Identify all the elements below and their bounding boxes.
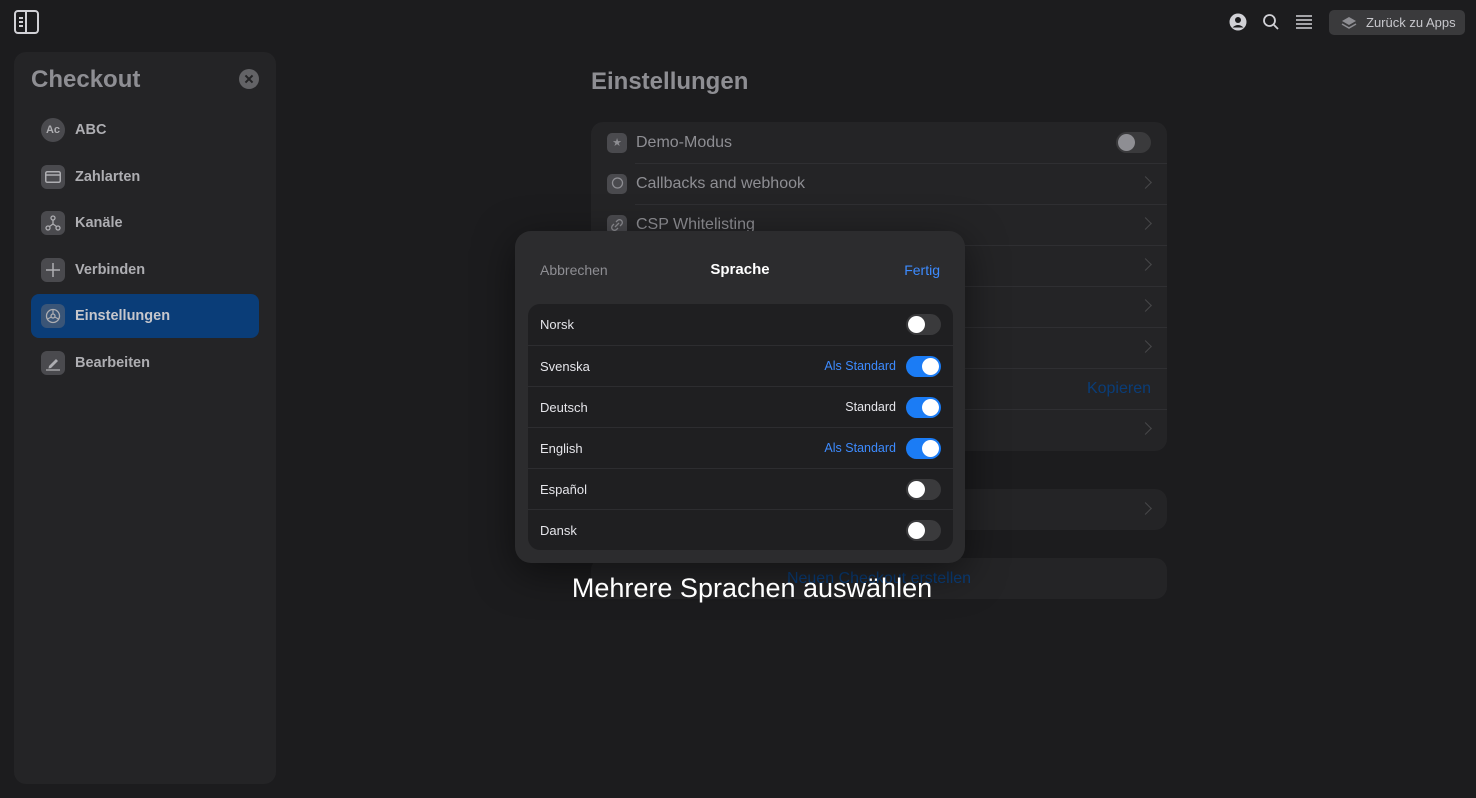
sidebar-item-einstellungen[interactable]: Einstellungen xyxy=(31,294,259,338)
menu-icon[interactable] xyxy=(1294,12,1314,32)
chevron-right-icon xyxy=(1139,258,1152,271)
language-toggle[interactable] xyxy=(906,520,941,541)
credit-card-icon xyxy=(41,164,65,189)
back-to-apps-label: Zurück zu Apps xyxy=(1366,15,1456,30)
chevron-right-icon xyxy=(1139,176,1152,189)
caption-text: Mehrere Sprachen auswählen xyxy=(571,573,933,603)
page-title: Einstellungen xyxy=(591,68,749,95)
language-toggle[interactable] xyxy=(906,438,941,459)
sidebar-title: Checkout xyxy=(31,66,141,93)
sidebar-item-bearbeiten[interactable]: Bearbeiten xyxy=(31,341,259,385)
sidebar-toggle-icon[interactable] xyxy=(14,10,39,34)
settings-row-demo-mode[interactable]: ★ Demo-Modus xyxy=(591,122,1167,163)
account-icon[interactable] xyxy=(1228,12,1248,32)
settings-row-label: Demo-Modus xyxy=(636,133,733,151)
language-name: Svenska xyxy=(540,358,590,374)
language-name: Dansk xyxy=(540,522,577,538)
set-default-link[interactable]: Als Standard xyxy=(824,359,896,373)
settings-icon xyxy=(41,304,65,328)
language-modal: Sprache Abbrechen Fertig Norsk Svenska A… xyxy=(515,231,965,563)
chevron-right-icon xyxy=(1139,299,1152,312)
chevron-right-icon xyxy=(1139,340,1152,353)
sidebar-item-label: Verbinden xyxy=(75,261,146,278)
language-toggle[interactable] xyxy=(906,479,941,500)
language-toggle[interactable] xyxy=(906,314,941,335)
language-row-deutsch: Deutsch Standard xyxy=(528,386,953,427)
set-default-link[interactable]: Als Standard xyxy=(824,441,896,455)
layers-icon xyxy=(1341,16,1357,29)
cancel-button[interactable]: Abbrechen xyxy=(540,262,608,278)
language-name: Deutsch xyxy=(540,399,588,415)
top-bar: Zurück zu Apps xyxy=(0,0,1476,44)
chevron-right-icon xyxy=(1139,502,1152,515)
done-button[interactable]: Fertig xyxy=(904,262,940,278)
sidebar-item-label: ABC xyxy=(75,122,107,138)
language-name: Español xyxy=(540,481,587,497)
language-row-espanol: Español xyxy=(528,468,953,509)
language-list: Norsk Svenska Als Standard Deutsch Stand… xyxy=(528,304,953,550)
language-row-svenska: Svenska Als Standard xyxy=(528,345,953,386)
language-name: Norsk xyxy=(540,317,574,332)
search-icon[interactable] xyxy=(1261,12,1281,32)
demo-mode-toggle[interactable] xyxy=(1116,132,1151,153)
language-name: English xyxy=(540,440,583,456)
sidebar-item-verbinden[interactable]: Verbinden xyxy=(31,248,259,292)
language-toggle[interactable] xyxy=(906,397,941,418)
sidebar-item-kanaele[interactable]: Kanäle xyxy=(31,201,259,245)
settings-row-label: Callbacks and webhook xyxy=(636,174,805,192)
settings-row-callbacks[interactable]: Callbacks and webhook xyxy=(591,163,1167,204)
sidebar-item-zahlarten[interactable]: Zahlarten xyxy=(31,155,259,199)
star-icon: ★ xyxy=(607,132,627,153)
sidebar-item-label: Kanäle xyxy=(75,215,123,231)
sidebar-item-abc[interactable]: Ac ABC xyxy=(31,108,259,152)
sidebar-nav: Ac ABC Zahlarten Kanäle Verbinden Einste… xyxy=(31,108,259,387)
language-row-english: English Als Standard xyxy=(528,427,953,468)
language-toggle[interactable] xyxy=(906,356,941,377)
edit-icon xyxy=(41,350,65,375)
network-icon xyxy=(41,211,65,235)
avatar-icon: Ac xyxy=(41,118,65,142)
plus-icon xyxy=(41,257,65,282)
language-row-norsk: Norsk xyxy=(528,304,953,345)
language-row-dansk: Dansk xyxy=(528,509,953,550)
chevron-right-icon xyxy=(1139,217,1152,230)
back-to-apps-button[interactable]: Zurück zu Apps xyxy=(1329,10,1465,35)
sidebar-item-label: Einstellungen xyxy=(75,308,171,324)
sidebar: Checkout Ac ABC Zahlarten Kanäle Verbind… xyxy=(14,52,276,784)
chat-bubble-icon xyxy=(607,173,627,194)
sidebar-item-label: Zahlarten xyxy=(75,168,141,185)
copy-link[interactable]: Kopieren xyxy=(1087,380,1151,398)
sidebar-item-label: Bearbeiten xyxy=(75,354,150,371)
close-icon[interactable] xyxy=(239,69,259,89)
chevron-right-icon xyxy=(1139,422,1152,435)
default-label: Standard xyxy=(845,400,896,414)
